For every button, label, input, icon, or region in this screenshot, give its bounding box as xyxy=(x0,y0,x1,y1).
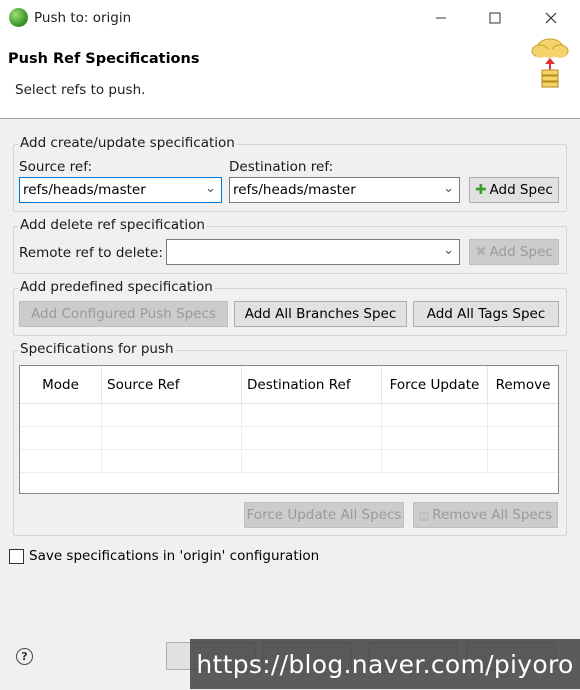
add-delete-spec-button-label: Add Spec xyxy=(489,244,553,260)
source-ref-label: Source ref: xyxy=(19,159,93,175)
column-header-force-update[interactable]: Force Update xyxy=(382,366,488,403)
app-icon xyxy=(9,8,28,27)
column-header-mode[interactable]: Mode xyxy=(20,366,102,403)
window-title: Push to: origin xyxy=(34,10,132,26)
add-all-branches-spec-button[interactable]: Add All Branches Spec xyxy=(234,301,407,327)
minimize-button[interactable] xyxy=(418,4,464,32)
watermark: https://blog.naver.com/piyoro xyxy=(190,639,580,689)
specs-group-label: Specifications for push xyxy=(18,341,176,357)
plus-icon: ✚ xyxy=(475,182,487,198)
push-cloud-icon xyxy=(531,38,569,88)
button-bar: ? https://blog.naver.com/piyoro xyxy=(0,619,580,690)
column-header-destination-ref-label: Destination Ref xyxy=(247,376,351,393)
add-all-tags-spec-button[interactable]: Add All Tags Spec xyxy=(413,301,559,327)
delete-icon: ✖ xyxy=(475,244,487,260)
dialog-content: Add create/update specification Source r… xyxy=(0,119,580,619)
close-icon xyxy=(545,12,557,24)
source-ref-value: refs/heads/master xyxy=(23,182,146,198)
table-row xyxy=(20,427,558,450)
predefined-group-label: Add predefined specification xyxy=(18,279,215,295)
save-config-row[interactable]: Save specifications in 'origin' configur… xyxy=(9,548,319,564)
remove-all-specs-button[interactable]: ◫ Remove All Specs xyxy=(413,502,558,528)
column-header-destination-ref[interactable]: Destination Ref xyxy=(242,366,382,403)
destination-ref-value: refs/heads/master xyxy=(233,182,356,198)
table-row xyxy=(20,450,558,473)
chevron-down-icon: ⌄ xyxy=(443,181,454,196)
title-bar: Push to: origin xyxy=(0,0,580,36)
help-icon[interactable]: ? xyxy=(16,648,33,665)
column-header-source-ref-label: Source Ref xyxy=(107,376,180,393)
minimize-icon xyxy=(436,17,446,19)
specs-table-header: Mode Source Ref Destination Ref Force Up… xyxy=(20,366,558,404)
save-config-checkbox[interactable] xyxy=(9,548,24,564)
save-config-label: Save specifications in 'origin' configur… xyxy=(29,548,320,564)
table-row xyxy=(20,404,558,427)
remove-all-specs-button-label: Remove All Specs xyxy=(432,507,553,523)
remove-icon: ◫ xyxy=(418,508,430,522)
source-ref-combo[interactable]: refs/heads/master ⌄ xyxy=(19,177,222,203)
column-header-remove[interactable]: Remove xyxy=(488,366,558,403)
specs-table[interactable]: Mode Source Ref Destination Ref Force Up… xyxy=(19,365,559,494)
force-update-all-specs-button[interactable]: Force Update All Specs xyxy=(244,502,404,528)
page-description: Select refs to push. xyxy=(15,82,146,98)
column-header-source-ref[interactable]: Source Ref xyxy=(102,366,242,403)
destination-ref-label: Destination ref: xyxy=(229,159,334,175)
page-title: Push Ref Specifications xyxy=(8,51,200,67)
chevron-down-icon: ⌄ xyxy=(443,243,454,258)
add-update-group-label: Add create/update specification xyxy=(18,135,237,151)
chevron-down-icon: ⌄ xyxy=(205,181,216,196)
wizard-banner: Push Ref Specifications Select refs to p… xyxy=(0,36,580,118)
add-configured-push-specs-button[interactable]: Add Configured Push Specs xyxy=(19,301,228,327)
add-delete-group-label: Add delete ref specification xyxy=(18,217,207,233)
remote-ref-combo[interactable]: ⌄ xyxy=(166,239,460,265)
remote-ref-label: Remote ref to delete: xyxy=(19,245,163,261)
maximize-icon xyxy=(489,12,501,24)
add-spec-button-label: Add Spec xyxy=(489,182,553,198)
maximize-button[interactable] xyxy=(472,4,518,32)
destination-ref-combo[interactable]: refs/heads/master ⌄ xyxy=(229,177,460,203)
close-button[interactable] xyxy=(528,4,574,32)
add-delete-spec-button[interactable]: ✖ Add Spec xyxy=(469,239,559,265)
add-spec-button[interactable]: ✚ Add Spec xyxy=(469,177,559,203)
